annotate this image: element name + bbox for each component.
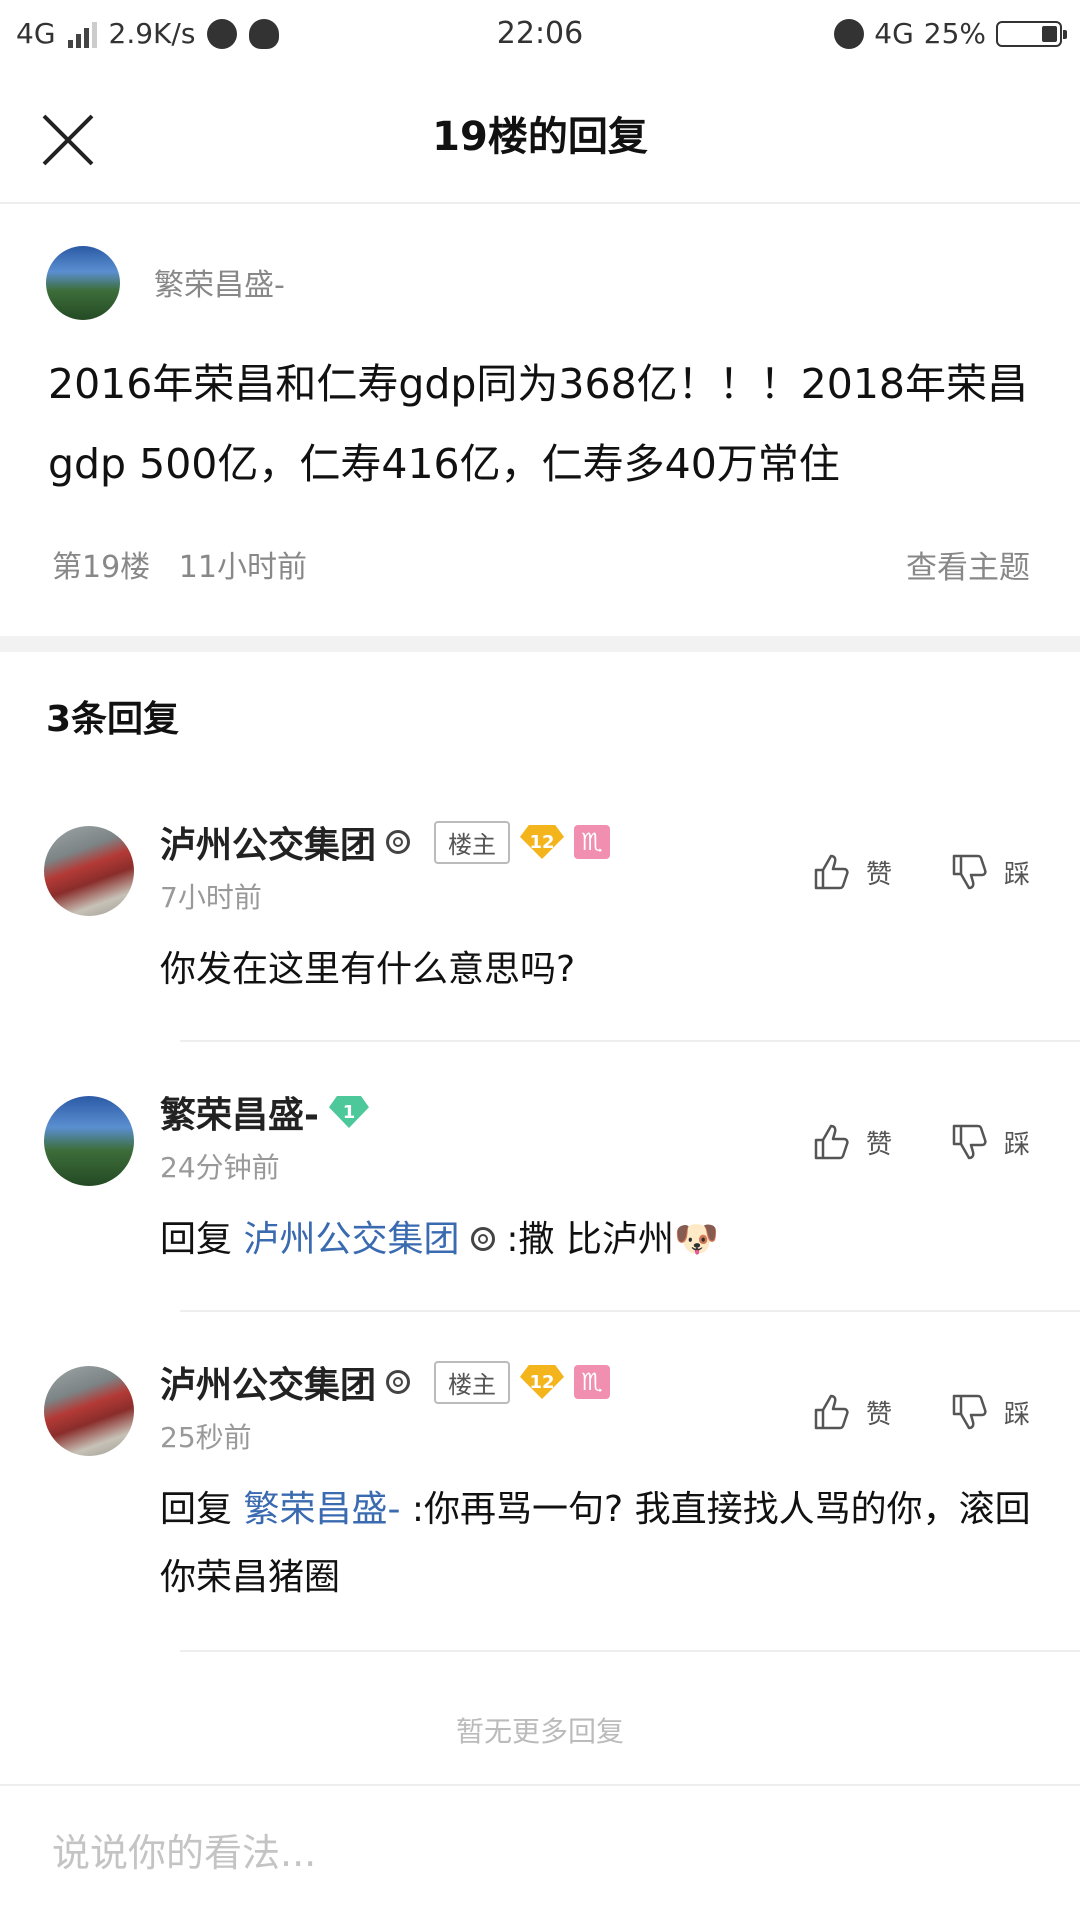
reply-author[interactable]: 繁荣昌盛- <box>160 1086 319 1138</box>
zodiac-badge: ♏ <box>574 1365 611 1399</box>
like-label: 赞 <box>866 859 893 890</box>
comment-input[interactable] <box>50 1820 1034 1886</box>
battery-fill <box>1042 26 1057 42</box>
comment-bar <box>0 1784 1080 1922</box>
status-bar: 4G 2.9K/s 22:06 4G 25% <box>0 0 1080 72</box>
dislike-button[interactable]: 踩 <box>950 852 1030 892</box>
post-content: 2016年荣昌和仁寿gdp同为368亿！！！2018年荣昌gdp 500亿，仁寿… <box>48 360 1029 488</box>
thumbs-down-icon <box>952 1394 987 1430</box>
verified-ring-icon <box>386 830 411 854</box>
thumbs-up-icon <box>814 1394 849 1430</box>
reply-time: 24分钟前 <box>160 1151 280 1184</box>
reply-divider <box>180 1310 1080 1312</box>
dislike-label: 踩 <box>1004 859 1031 890</box>
reply-author-row: 繁荣昌盛- 1 <box>160 1086 369 1138</box>
thumbs-down-icon <box>952 854 987 890</box>
avatar[interactable] <box>44 1366 134 1456</box>
post-meta: 第19楼 11小时前 <box>52 542 307 586</box>
dislike-button[interactable]: 踩 <box>950 1122 1030 1162</box>
dislike-button[interactable]: 踩 <box>950 1392 1030 1432</box>
battery-icon <box>996 21 1067 47</box>
reply-author-row: 泸州公交集团 楼主 12 ♏ <box>160 1356 611 1408</box>
alarm-icon <box>834 19 865 49</box>
thumbs-down-icon <box>952 1124 987 1160</box>
like-button[interactable]: 赞 <box>812 1122 892 1162</box>
reply-time: 25秒前 <box>160 1421 252 1454</box>
reply-text: 你发在这里有什么意思吗? <box>160 949 576 990</box>
like-label: 赞 <box>866 1129 893 1160</box>
verified-ring-icon <box>386 1370 411 1394</box>
reply-prefix: 回复 <box>160 1489 233 1530</box>
page-title: 19楼的回复 <box>432 114 648 160</box>
network-label-right: 4G <box>874 17 914 50</box>
section-divider <box>0 636 1080 652</box>
close-icon[interactable] <box>40 112 96 168</box>
avatar[interactable] <box>44 826 134 916</box>
view-topic-link[interactable]: 查看主题 <box>906 542 1030 587</box>
reply-content: 回复 繁荣昌盛- :你再骂一句? 我直接找人骂的你，滚回你荣昌猪圈 <box>160 1476 1040 1612</box>
like-button[interactable]: 赞 <box>812 852 892 892</box>
level-badge: 12 <box>520 1365 565 1399</box>
reply-time: 7小时前 <box>160 881 262 914</box>
reply-text: :撒 比泸州🐶 <box>506 1219 719 1260</box>
reply-divider <box>180 1040 1080 1042</box>
zodiac-badge: ♏ <box>574 825 611 859</box>
mention-link[interactable]: 繁荣昌盛- <box>243 1489 400 1530</box>
like-label: 赞 <box>866 1399 893 1430</box>
level-badge: 12 <box>520 825 565 859</box>
reply-prefix: 回复 <box>160 1219 233 1260</box>
floor-number: 第19楼 <box>52 550 151 585</box>
reply-count: 3条回复 <box>46 699 180 740</box>
thumbs-up-icon <box>814 854 849 890</box>
original-post: 繁荣昌盛- 2016年荣昌和仁寿gdp同为368亿！！！2018年荣昌gdp 5… <box>0 204 1080 634</box>
dislike-label: 踩 <box>1004 1399 1031 1430</box>
verified-ring-icon <box>470 1227 495 1251</box>
post-time: 11小时前 <box>178 550 307 585</box>
thumbs-up-icon <box>814 1124 849 1160</box>
header-bar: 19楼的回复 <box>0 72 1080 204</box>
battery-percent: 25% <box>923 17 986 50</box>
reply-content: 回复 泸州公交集团 :撒 比泸州🐶 <box>160 1206 1040 1274</box>
owner-tag: 楼主 <box>434 1360 511 1404</box>
reply-author-row: 泸州公交集团 楼主 12 ♏ <box>160 816 611 868</box>
reply-divider <box>180 1650 1080 1652</box>
no-more-replies: 暂无更多回复 <box>455 1715 624 1748</box>
reply-content: 你发在这里有什么意思吗? <box>160 936 1040 1004</box>
avatar[interactable] <box>46 246 120 320</box>
reply-author[interactable]: 泸州公交集团 <box>160 1356 376 1408</box>
status-right: 4G 25% <box>834 14 1067 54</box>
post-author[interactable]: 繁荣昌盛- <box>154 260 285 304</box>
avatar[interactable] <box>44 1096 134 1186</box>
like-button[interactable]: 赞 <box>812 1392 892 1432</box>
mention-link[interactable]: 泸州公交集团 <box>243 1219 459 1260</box>
level-badge: 1 <box>328 1096 369 1128</box>
reply-author[interactable]: 泸州公交集团 <box>160 816 376 868</box>
dislike-label: 踩 <box>1004 1129 1031 1160</box>
owner-tag: 楼主 <box>434 820 511 864</box>
